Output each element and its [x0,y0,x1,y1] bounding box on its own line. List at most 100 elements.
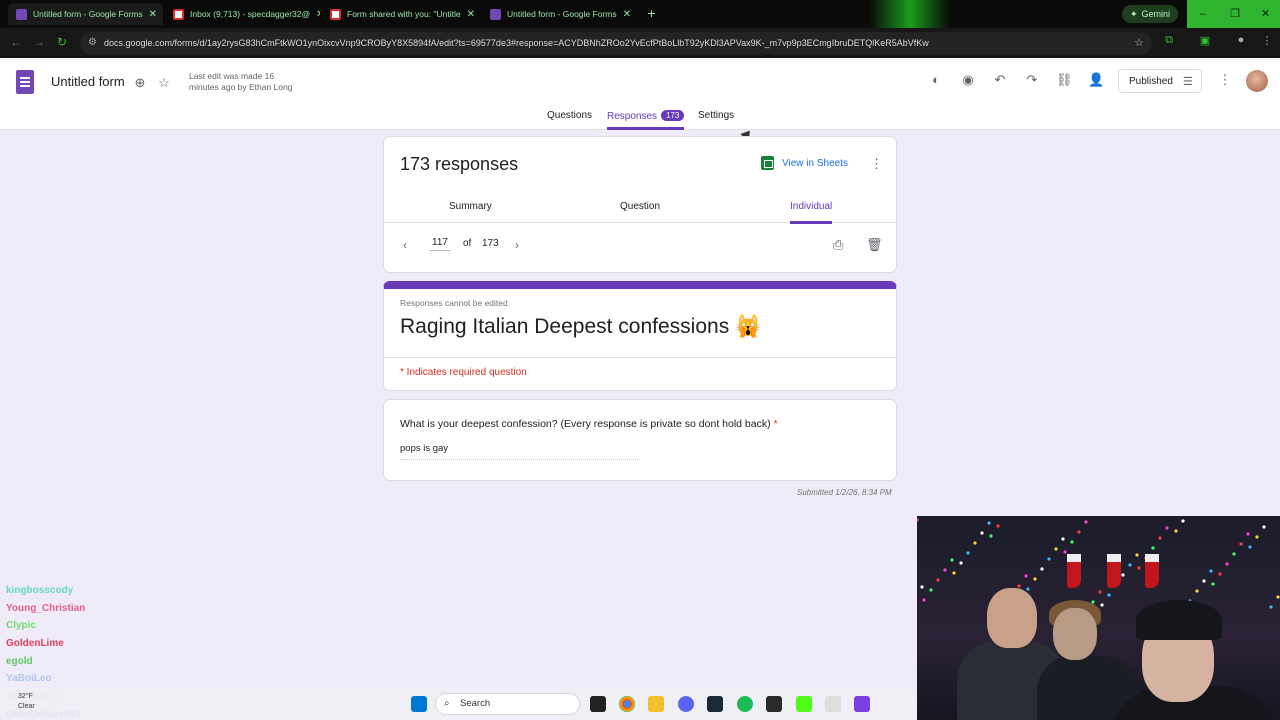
close-icon[interactable]: ✕ [467,9,475,20]
light-dot [952,571,956,575]
previous-response-icon[interactable]: ‹ [403,238,407,252]
palette-icon[interactable]: ◐ [928,72,944,88]
light-dot [920,585,924,589]
avatar[interactable] [1246,70,1268,92]
browser-tab-forms-2[interactable]: Untitled form - Google Forms ✕ [482,3,637,25]
reload-icon[interactable]: ↻ [57,35,67,49]
chat-username: Clypic [6,620,37,632]
epic-games-icon[interactable] [766,696,782,712]
tab-responses[interactable]: Responses 173 [607,110,685,130]
last-edit-text[interactable]: Last edit was made 16 minutes ago by Eth… [189,71,299,93]
browser-tab-gmail-inbox[interactable]: Inbox (9,713) - specdagger32@ ✕ [165,3,320,25]
bookmark-star-icon[interactable]: ☆ [1134,32,1144,54]
tab-summary[interactable]: Summary [449,201,492,224]
weather-label: Clear [18,703,35,710]
doc-title[interactable]: Untitled form [51,74,125,89]
tab-question[interactable]: Question [620,201,660,224]
discord-icon[interactable] [678,696,694,712]
light-dot [1255,535,1259,539]
file-explorer-icon[interactable] [648,696,664,712]
published-label: Published [1129,75,1173,87]
link-icon[interactable]: ⛓ [1056,72,1073,88]
required-note: * Indicates required question [400,367,527,378]
move-to-folder-icon[interactable]: ⊕ [132,75,148,91]
browser-tab-gmail-shared[interactable]: Form shared with you: "Untitle ✕ [322,3,477,25]
profile-icon[interactable]: ● [1234,34,1248,48]
restore-button[interactable]: ❐ [1219,0,1251,28]
print-icon[interactable]: ⎙ [833,237,843,253]
decorative-glow [870,0,950,28]
weather-widget[interactable]: 32°F Clear [18,692,35,712]
app-icon[interactable] [825,696,841,712]
light-dot [1248,545,1252,549]
chrome-icon[interactable] [619,696,635,712]
preview-eye-icon[interactable]: ◉ [960,72,976,88]
back-icon[interactable]: ← [10,35,22,49]
redo-icon[interactable]: ↷ [1024,72,1040,88]
tab-questions[interactable]: Questions [547,110,592,130]
person [987,588,1037,648]
chat-username: Young_Christian [6,602,86,614]
close-icon[interactable]: ✕ [623,9,631,20]
tab-settings[interactable]: Settings [698,110,734,130]
site-settings-icon[interactable]: ⚙ [88,32,97,54]
kick-icon[interactable] [796,696,812,712]
taskbar-search[interactable]: ⌕ Search [435,693,580,715]
question-text: What is your deepest confession? (Every … [400,418,778,430]
close-icon[interactable]: ✕ [316,9,320,20]
app-grid-icon[interactable] [854,696,870,712]
light-dot [959,561,963,565]
steam-icon[interactable] [707,696,723,712]
light-dot [1174,529,1178,533]
forward-icon[interactable]: → [33,35,45,49]
light-dot [1040,567,1044,571]
address-bar-row: ← → ↻ ⚙ docs.google.com/forms/d/1ay2rysG… [0,28,1280,58]
responses-count-badge: 173 [661,110,685,121]
close-icon[interactable]: ✕ [149,9,157,20]
gemini-button[interactable]: ✦ Gemini [1122,5,1179,23]
sheets-icon [761,156,774,170]
url-bar[interactable]: ⚙ docs.google.com/forms/d/1ay2rysG83hCmF… [80,32,1152,54]
browser-tab-forms-1[interactable]: Untitled form - Google Forms ✕ [8,3,163,25]
undo-icon[interactable]: ↶ [992,72,1008,88]
windows-start-icon[interactable] [411,696,427,712]
task-view-icon[interactable] [590,696,606,712]
forms-logo-icon[interactable] [16,70,34,94]
light-dot [996,524,1000,528]
view-in-sheets-button[interactable]: View in Sheets [761,156,848,170]
published-button[interactable]: Published ☰ [1118,69,1202,93]
light-dot [1225,562,1229,566]
add-collaborator-icon[interactable]: 👤 [1088,72,1104,88]
more-options-icon[interactable]: ⋮ [1217,72,1233,88]
spotify-icon[interactable] [737,696,753,712]
gemini-label: Gemini [1141,9,1171,19]
submitted-timestamp: Submitted 1/2/26, 8:34 PM [797,488,892,497]
chat-message: egold [6,656,226,674]
responses-subtabs: Summary Question Individual [384,199,896,224]
light-dot [936,578,940,582]
stocking [1145,554,1159,588]
side-panel-icon[interactable]: ▣ [1198,34,1212,48]
browser-menu-icon[interactable]: ⋮ [1260,34,1274,48]
minimize-button[interactable]: – [1187,0,1219,28]
light-dot [1017,584,1021,588]
current-response-input[interactable]: 117 [429,237,451,251]
tab-individual[interactable]: Individual [790,201,833,224]
extensions-icon[interactable]: ⧉ [1162,34,1176,48]
light-dot [943,568,947,572]
webcam-overlay [917,516,1280,720]
chat-message: Clypic [6,620,226,638]
publish-settings-icon: ☰ [1182,75,1193,88]
close-window-button[interactable]: ✕ [1251,0,1280,28]
new-tab-button[interactable]: + [643,5,660,22]
responses-more-icon[interactable]: ⋮ [870,156,883,172]
cannot-edit-note: Responses cannot be edited [400,298,508,308]
delete-response-icon[interactable]: 🗑 [866,237,883,253]
person [1136,600,1222,640]
next-response-icon[interactable]: › [515,238,519,252]
light-dot [1195,589,1199,593]
tab-title: Untitled form - Google Forms [33,9,143,19]
chat-message: kingbosscody [6,585,226,603]
light-dot [950,558,954,562]
star-icon[interactable]: ☆ [156,75,172,91]
